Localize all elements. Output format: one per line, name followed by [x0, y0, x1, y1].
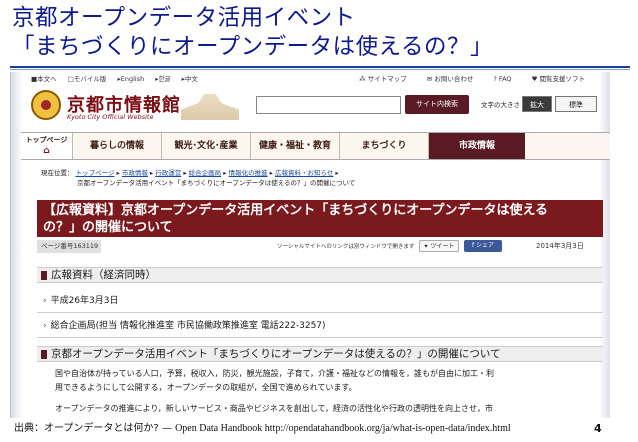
body-paragraph-1: 国や自治体が持っている人口，予算，税収入，防災，観光施設，子育て，介護・福祉など… — [55, 367, 605, 395]
caption-source[interactable]: Open Data Handbook http://opendatahandbo… — [175, 423, 511, 434]
contact-link[interactable]: ✉ お問い合わせ — [427, 75, 483, 83]
faq-link[interactable]: ? FAQ — [493, 75, 520, 83]
caption-prefix: 出典：オープンデータとは何か? — — [14, 423, 176, 434]
chinese-link[interactable]: ▸中文 — [182, 75, 198, 83]
facebook-share-button[interactable]: f シェア — [464, 240, 502, 252]
site-name-english: Kyoto City Official Website — [67, 113, 154, 121]
social-note: ソーシャルサイトへのリンクは別ウィンドウで開きます — [277, 244, 415, 250]
breadcrumb-link-admin[interactable]: 行政運営 — [155, 169, 181, 177]
publish-date: 2014年3月3日 — [536, 242, 584, 250]
article-headline: 【広報資料】京都オープンデータ活用イベント「まちづくりにオープンデータは使える … — [37, 200, 603, 237]
divider — [37, 312, 603, 313]
tweet-button[interactable]: ✦ ツイート — [419, 240, 459, 252]
bird-icon: ✦ — [423, 243, 429, 250]
utility-bar: ■本文へ □モバイル版 ▸English ▸한글 ▸中文 ⁂ サイトマップ ✉ … — [11, 72, 610, 86]
body-paragraph-2: オープンデータの推進により，新しいサービス・商品やビジネスを創出して，経済の活性… — [55, 404, 493, 413]
font-size-label: 文字の大きさ — [481, 101, 520, 109]
breadcrumb-link-top[interactable]: トップページ — [76, 169, 115, 177]
divider — [37, 337, 603, 338]
breadcrumb-link-press[interactable]: 広報資料・お知らせ — [275, 169, 333, 177]
pagoda-decoration — [181, 94, 239, 120]
city-emblem-icon — [31, 90, 61, 120]
source-caption: 出典：オープンデータとは何か? — Open Data Handbook htt… — [14, 422, 511, 436]
slide-title-line2: 「まちづくりにオープンデータは使えるの？」 — [12, 34, 493, 60]
title-underline — [10, 66, 630, 68]
accessibility-link[interactable]: ♥ 閲覧支援ソフト — [532, 75, 594, 83]
home-icon: ⌂ — [43, 146, 50, 156]
slide-title-line1: 京都オープンデータ活用イベント — [12, 5, 356, 31]
headline-line1: 【広報資料】京都オープンデータ活用イベント「まちづくりにオープンデータは使える — [43, 203, 549, 218]
body-line: 用できるようにして公開する，オープンデータの取組が，全国で進められています。 — [55, 383, 357, 392]
sitemap-link[interactable]: ⁂ サイトマップ — [359, 75, 416, 83]
english-link[interactable]: ▸English — [117, 75, 144, 83]
nav-item-health[interactable]: 健康・福祉・教育 — [251, 133, 340, 159]
korean-link[interactable]: ▸한글 — [155, 75, 170, 83]
breadcrumb-current: 京都オープンデータ活用イベント「まちづくりにオープンデータは使えるの？」の開催に… — [77, 179, 356, 187]
skip-to-content-link[interactable]: ■本文へ — [31, 75, 57, 83]
breadcrumb-row: 現在位置： トップページ ▸ 市政情報 ▸ 行政運営 ▸ 総合企画局 ▸ 情報化… — [41, 169, 339, 177]
headline-line2: の？」の開催について — [43, 220, 173, 235]
utility-links-right: ⁂ サイトマップ ✉ お問い合わせ ? FAQ ♥ 閲覧支援ソフト — [359, 72, 603, 86]
nav-home[interactable]: トップページ ⌂ — [21, 133, 73, 159]
body-line: 国や自治体が持っている人口，予算，税収入，防災，観光施設，子育て，介護・福祉など… — [55, 369, 495, 378]
website-screenshot: ■本文へ □モバイル版 ▸English ▸한글 ▸中文 ⁂ サイトマップ ✉ … — [10, 72, 610, 418]
breadcrumb: 現在位置： トップページ ▸ 市政情報 ▸ 行政運営 ▸ 総合企画局 ▸ 情報化… — [41, 168, 601, 188]
nav-item-city-info[interactable]: 市政情報 — [429, 133, 525, 159]
slide-page-number: 4 — [594, 422, 602, 435]
section-heading-press: 広報資料（経済同時） — [37, 267, 603, 283]
breadcrumb-label: 現在位置： — [41, 169, 74, 177]
site-search-input[interactable] — [256, 96, 401, 114]
main-nav: トップページ ⌂ 暮らしの情報 観光･文化･産業 健康・福祉・教育 まちづくり … — [21, 132, 610, 160]
nav-item-town-planning[interactable]: まちづくり — [340, 133, 429, 159]
nav-item-living[interactable]: 暮らしの情報 — [73, 133, 162, 159]
breadcrumb-link-it[interactable]: 情報化の推進 — [229, 169, 268, 177]
nav-item-tourism[interactable]: 観光･文化･産業 — [162, 133, 251, 159]
contact-info: 総合企画局(担当 情報化推進室 市民協働政策推進室 電話222-3257) — [43, 319, 326, 333]
mobile-link[interactable]: □モバイル版 — [68, 75, 107, 83]
breadcrumb-link-city-info[interactable]: 市政情報 — [122, 169, 148, 177]
site-logo[interactable]: 京都市情報館 Kyoto City Official Website — [31, 90, 241, 126]
font-size-large-button[interactable]: 拡大 — [522, 96, 552, 112]
slide-title: 京都オープンデータ活用イベント 「まちづくりにオープンデータは使えるの？」 — [12, 4, 632, 62]
font-size-normal-button[interactable]: 標準 — [555, 96, 597, 112]
site-search-button[interactable]: サイト内検索 — [405, 95, 469, 114]
utility-links-left: ■本文へ □モバイル版 ▸English ▸한글 ▸中文 — [31, 72, 207, 86]
breadcrumb-link-planning[interactable]: 総合企画局 — [189, 169, 222, 177]
nav-home-label: トップページ — [25, 136, 68, 144]
title-underline-thin — [10, 69, 630, 70]
release-date: 平成26年3月3日 — [43, 294, 119, 308]
page-number-badge: ページ番号163119 — [37, 240, 101, 253]
section-heading-event: 京都オープンデータ活用イベント「まちづくりにオープンデータは使えるの？」の開催に… — [37, 346, 603, 362]
